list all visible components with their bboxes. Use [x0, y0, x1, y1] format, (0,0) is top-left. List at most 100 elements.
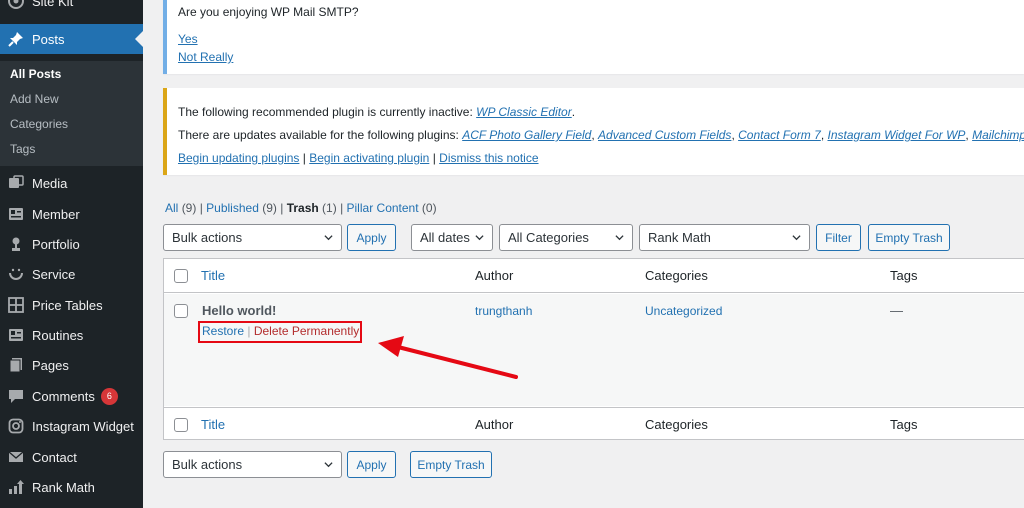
- smtp-question: Are you enjoying WP Mail SMTP?: [178, 5, 359, 19]
- sidebar-item-label: Service: [32, 266, 76, 282]
- plugin-link-mailchimp[interactable]: Mailchimp For: [972, 128, 1024, 142]
- media-icon: [8, 175, 24, 191]
- seo-filter-select[interactable]: Rank Math: [639, 224, 810, 251]
- instagram-icon: [8, 418, 24, 434]
- post-tags: —: [890, 303, 903, 318]
- sidebar-item-label: Contact: [32, 449, 77, 465]
- inactive-plugin-text: The following recommended plugin is curr…: [178, 105, 477, 119]
- view-pillar-content[interactable]: Pillar Content (0): [347, 201, 437, 215]
- sidebar-item-label: Instagram Widget: [32, 418, 134, 434]
- submenu-tags[interactable]: Tags: [10, 142, 35, 156]
- sidebar-item-portfolio[interactable]: Portfolio: [0, 229, 143, 259]
- apply-button-bottom[interactable]: Apply: [347, 451, 396, 478]
- posts-table: Title Author Categories Tags Hello world…: [163, 258, 1024, 440]
- sidebar-item-posts[interactable]: Posts: [0, 24, 143, 54]
- sidebar-item-contact[interactable]: Contact: [0, 442, 143, 472]
- annotation-arrow-icon: [378, 336, 518, 379]
- sidebar-item-label: Comments: [32, 388, 95, 404]
- post-status-views: All (9) | Published (9) | Trash (1) | Pi…: [165, 201, 437, 215]
- view-trash[interactable]: Trash (1): [287, 201, 337, 215]
- plugin-updates-notice: The following recommended plugin is curr…: [163, 88, 1024, 175]
- sidebar-item-label: Member: [32, 206, 80, 222]
- submenu-categories[interactable]: Categories: [10, 117, 68, 131]
- sidebar-item-instagram-widget[interactable]: Instagram Widget: [0, 411, 143, 441]
- empty-trash-button[interactable]: Empty Trash: [868, 224, 950, 251]
- member-icon: [8, 206, 24, 222]
- portfolio-icon: [8, 236, 24, 252]
- column-author-footer: Author: [475, 417, 514, 432]
- wp-classic-editor-link[interactable]: WP Classic Editor: [476, 105, 572, 119]
- seo-filter-value: Rank Math: [648, 230, 711, 245]
- column-categories: Categories: [645, 268, 708, 283]
- sidebar-item-label: Rank Math: [32, 479, 95, 495]
- post-author-link[interactable]: trungthanh: [475, 304, 532, 318]
- pin-icon: [8, 31, 24, 47]
- column-title-footer[interactable]: Title: [201, 417, 225, 432]
- plugin-link-instagram[interactable]: Instagram Widget For WP: [827, 128, 965, 142]
- chevron-down-icon: [324, 462, 333, 468]
- notice-actions: Begin updating plugins | Begin activatin…: [178, 151, 539, 165]
- select-all-checkbox[interactable]: [174, 269, 188, 283]
- table-row: Hello world! Restore | Delete Permanentl…: [164, 294, 1024, 406]
- comment-count-badge: 6: [100, 387, 118, 405]
- bulk-actions-value: Bulk actions: [172, 457, 243, 472]
- sidebar-item-label: Posts: [32, 31, 65, 47]
- empty-trash-button-bottom[interactable]: Empty Trash: [410, 451, 492, 478]
- view-published[interactable]: Published (9): [206, 201, 277, 215]
- select-all-checkbox-footer[interactable]: [174, 418, 188, 432]
- sidebar-item-member[interactable]: Member: [0, 199, 143, 229]
- category-filter-value: All Categories: [508, 230, 589, 245]
- column-categories-footer: Categories: [645, 417, 708, 432]
- plugin-link-acf-gallery[interactable]: ACF Photo Gallery Field: [462, 128, 591, 142]
- dismiss-notice-link[interactable]: Dismiss this notice: [439, 151, 538, 165]
- table-footer: Title Author Categories Tags: [164, 407, 1024, 441]
- chevron-down-icon: [475, 235, 484, 241]
- category-filter-select[interactable]: All Categories: [499, 224, 633, 251]
- inactive-plugin-line: The following recommended plugin is curr…: [178, 105, 575, 119]
- sidebar-item-pages[interactable]: Pages: [0, 350, 143, 380]
- sidebar-item-rank-math[interactable]: Rank Math: [0, 472, 143, 502]
- begin-activating-link[interactable]: Begin activating plugin: [309, 151, 429, 165]
- date-filter-select[interactable]: All dates: [411, 224, 493, 251]
- submenu-all-posts[interactable]: All Posts: [10, 67, 61, 81]
- posts-submenu: All Posts Add New Categories Tags: [0, 61, 143, 166]
- plugin-link-acf[interactable]: Advanced Custom Fields: [598, 128, 731, 142]
- annotation-highlight-box: [198, 321, 362, 343]
- chevron-down-icon: [792, 235, 801, 241]
- submenu-add-new[interactable]: Add New: [10, 92, 59, 106]
- sidebar-item-price-tables[interactable]: Price Tables: [0, 290, 143, 320]
- post-title: Hello world!: [202, 303, 277, 318]
- mail-icon: [8, 449, 24, 465]
- sidebar-item-service[interactable]: Service: [0, 259, 143, 289]
- row-checkbox[interactable]: [174, 304, 188, 318]
- admin-sidebar: Site Kit Posts All Posts Add New Categor…: [0, 0, 143, 508]
- view-all[interactable]: All (9): [165, 201, 196, 215]
- sidebar-item-media[interactable]: Media: [0, 168, 143, 198]
- sidebar-item-label: Media: [32, 175, 68, 191]
- plugin-link-cf7[interactable]: Contact Form 7: [738, 128, 821, 142]
- apply-button[interactable]: Apply: [347, 224, 396, 251]
- inactive-plugin-suffix: .: [571, 105, 576, 119]
- grid-icon: [8, 297, 24, 313]
- comment-icon: [8, 388, 24, 404]
- post-category-link[interactable]: Uncategorized: [645, 304, 722, 318]
- sidebar-item-site-kit[interactable]: Site Kit: [0, 0, 143, 16]
- column-author: Author: [475, 268, 514, 283]
- column-tags-footer: Tags: [890, 417, 918, 432]
- service-icon: [8, 266, 24, 282]
- date-filter-value: All dates: [420, 230, 470, 245]
- sidebar-item-label: Portfolio: [32, 236, 80, 252]
- column-title[interactable]: Title: [201, 268, 225, 283]
- sidebar-item-comments[interactable]: Comments 6: [0, 381, 143, 411]
- site-kit-icon: [8, 0, 24, 9]
- updates-available-line: There are updates available for the foll…: [178, 128, 1024, 142]
- begin-updating-link[interactable]: Begin updating plugins: [178, 151, 299, 165]
- bulk-actions-select[interactable]: Bulk actions: [163, 224, 342, 251]
- filter-button[interactable]: Filter: [816, 224, 861, 251]
- sidebar-item-label: Price Tables: [32, 297, 103, 313]
- smtp-not-really-link[interactable]: Not Really: [178, 50, 233, 64]
- chevron-down-icon: [324, 235, 333, 241]
- smtp-yes-link[interactable]: Yes: [178, 32, 198, 46]
- sidebar-item-routines[interactable]: Routines: [0, 320, 143, 350]
- bulk-actions-select-bottom[interactable]: Bulk actions: [163, 451, 342, 478]
